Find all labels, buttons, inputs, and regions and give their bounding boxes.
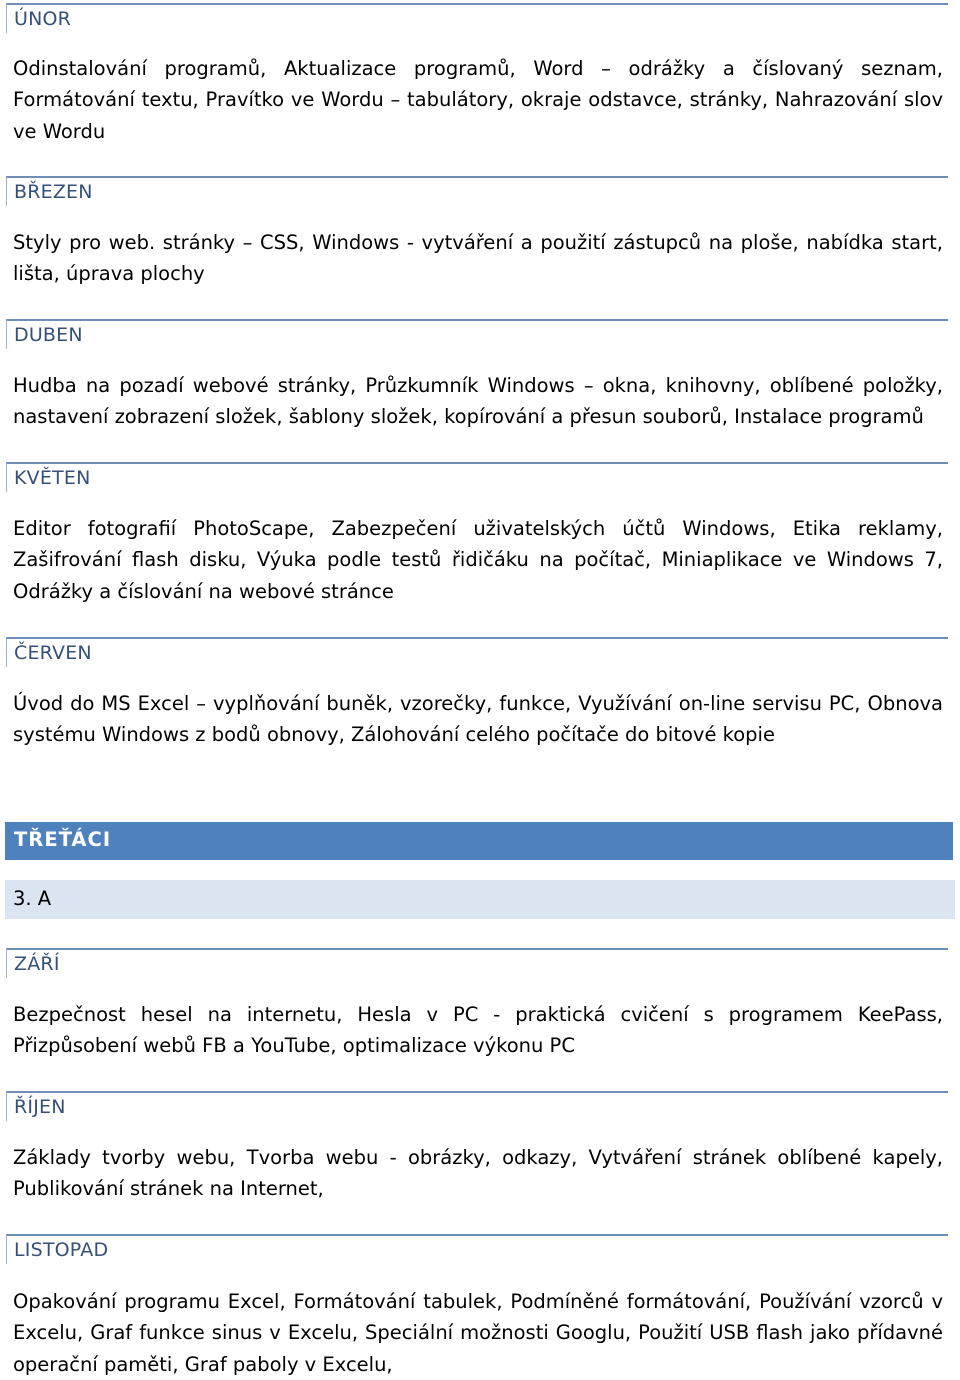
- month-heading-duben: DUBEN: [6, 319, 948, 349]
- month-label: ÚNOR: [14, 8, 72, 30]
- month-heading-kveten: KVĚTEN: [6, 462, 948, 492]
- month-heading-unor: ÚNOR: [6, 3, 948, 33]
- topic-paragraph-duben: Hudba na pozadí webové stránky, Průzkumn…: [13, 374, 943, 429]
- class-label: 3. A: [13, 887, 52, 910]
- month-heading-zari: ZÁŘÍ: [6, 948, 948, 978]
- month-heading-listopad: LISTOPAD: [6, 1234, 948, 1264]
- month-label: KVĚTEN: [14, 467, 91, 489]
- topic-paragraph-kveten: Editor fotografií PhotoScape, Zabezpečen…: [13, 517, 943, 603]
- class-header-bar: 3. A: [5, 880, 955, 919]
- month-label: BŘEZEN: [14, 181, 93, 203]
- group-header-bar: TŘEŤÁCI: [5, 822, 953, 860]
- topic-paragraph-cerven: Úvod do MS Excel – vyplňování buněk, vzo…: [13, 692, 943, 747]
- topic-paragraph-unor: Odinstalování programů, Aktualizace prog…: [13, 57, 943, 143]
- month-label: ČERVEN: [14, 642, 92, 664]
- month-heading-cerven: ČERVEN: [6, 637, 948, 667]
- topic-paragraph-rijen: Základy tvorby webu, Tvorba webu - obráz…: [13, 1146, 943, 1201]
- month-label: DUBEN: [14, 324, 83, 346]
- topic-paragraph-listopad: Opakování programu Excel, Formátování ta…: [13, 1290, 943, 1376]
- topic-paragraph-zari: Bezpečnost hesel na internetu, Hesla v P…: [13, 1003, 943, 1058]
- month-label: ŘÍJEN: [14, 1096, 66, 1118]
- month-heading-rijen: ŘÍJEN: [6, 1091, 948, 1121]
- month-label: ZÁŘÍ: [14, 953, 60, 975]
- topic-paragraph-brezen: Styly pro web. stránky – CSS, Windows - …: [13, 231, 943, 286]
- month-label: LISTOPAD: [14, 1239, 109, 1261]
- group-title: TŘEŤÁCI: [14, 828, 112, 851]
- month-heading-brezen: BŘEZEN: [6, 176, 948, 206]
